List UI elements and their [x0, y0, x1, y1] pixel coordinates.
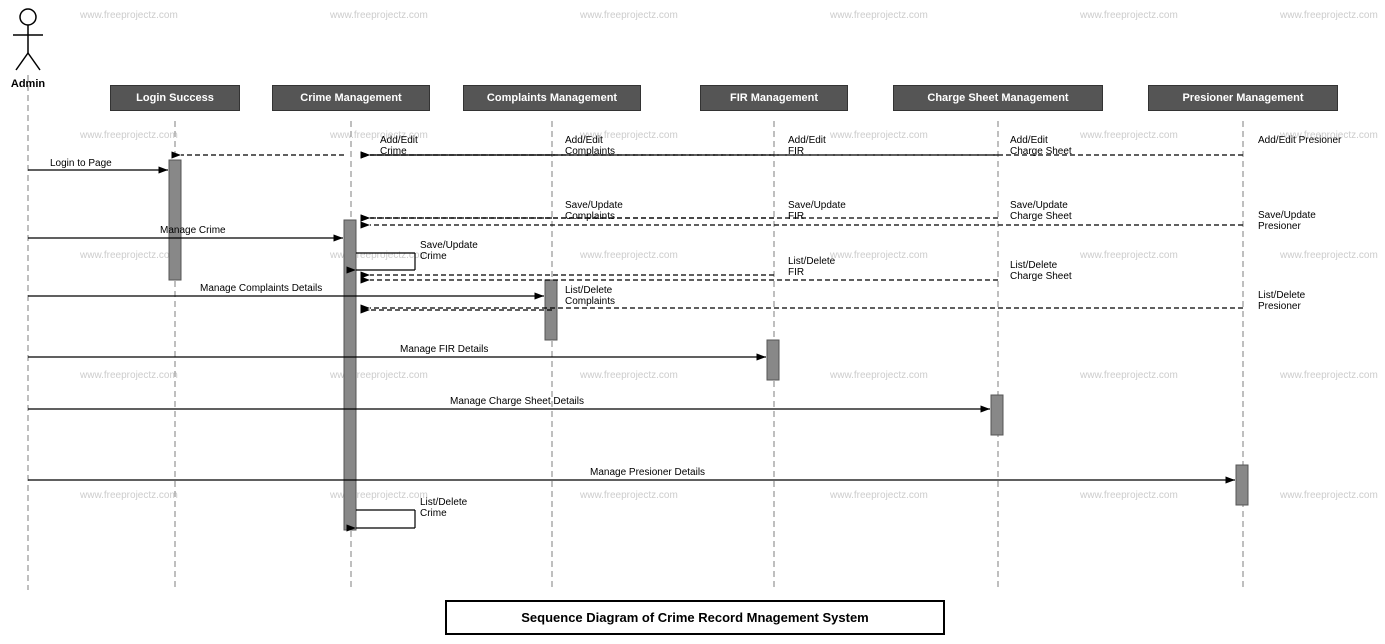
watermark: www.freeprojectz.com [830, 130, 928, 141]
watermark: www.freeprojectz.com [330, 490, 428, 501]
watermark: www.freeprojectz.com [580, 490, 678, 501]
watermark: www.freeprojectz.com [1280, 490, 1378, 501]
msg-add-edit-presioner: Add/Edit Presioner [1258, 135, 1341, 146]
msg-manage-cs: Manage Charge Sheet Details [450, 396, 584, 407]
msg-save-update-presioner: Save/UpdatePresioner [1258, 210, 1316, 232]
lifeline-crime: Crime Management [272, 85, 430, 111]
msg-manage-complaints: Manage Complaints Details [200, 283, 322, 294]
msg-save-update-cs: Save/UpdateCharge Sheet [1010, 200, 1072, 222]
msg-manage-crime: Manage Crime [160, 225, 226, 236]
msg-manage-fir: Manage FIR Details [400, 344, 488, 355]
msg-add-edit-complaints: Add/EditComplaints [565, 135, 615, 157]
watermark: www.freeprojectz.com [580, 370, 678, 381]
watermark: www.freeprojectz.com [80, 370, 178, 381]
watermark: www.freeprojectz.com [1080, 250, 1178, 261]
watermark: www.freeprojectz.com [1080, 490, 1178, 501]
watermark: www.freeprojectz.com [1280, 370, 1378, 381]
watermark: www.freeprojectz.com [580, 250, 678, 261]
watermark: www.freeprojectz.com [830, 10, 928, 21]
watermark: www.freeprojectz.com [80, 10, 178, 21]
watermark: www.freeprojectz.com [330, 370, 428, 381]
watermark: www.freeprojectz.com [80, 490, 178, 501]
watermark: www.freeprojectz.com [1080, 130, 1178, 141]
watermark: www.freeprojectz.com [80, 250, 178, 261]
lifeline-complaints: Complaints Management [463, 85, 641, 111]
msg-add-edit-crime: Add/EditCrime [380, 135, 418, 157]
msg-save-update-fir: Save/UpdateFIR [788, 200, 846, 222]
watermark: www.freeprojectz.com [80, 130, 178, 141]
diagram-container: www.freeprojectz.com www.freeprojectz.co… [0, 0, 1385, 644]
msg-login-to-page: Login to Page [50, 158, 112, 169]
watermark: www.freeprojectz.com [1280, 250, 1378, 261]
watermark: www.freeprojectz.com [830, 370, 928, 381]
caption-box: Sequence Diagram of Crime Record Mnageme… [445, 600, 945, 635]
msg-add-edit-fir: Add/EditFIR [788, 135, 826, 157]
actor-admin: Admin [8, 5, 48, 90]
msg-save-update-crime: Save/UpdateCrime [420, 240, 478, 262]
msg-manage-presioner: Manage Presioner Details [590, 467, 705, 478]
watermark: www.freeprojectz.com [580, 10, 678, 21]
watermark: www.freeprojectz.com [1280, 10, 1378, 21]
watermark: www.freeprojectz.com [830, 490, 928, 501]
lifeline-chargesheet: Charge Sheet Management [893, 85, 1103, 111]
watermark: www.freeprojectz.com [1080, 370, 1178, 381]
msg-list-delete-presioner: List/DeletePresioner [1258, 290, 1305, 312]
lifeline-presioner: Presioner Management [1148, 85, 1338, 111]
lifeline-fir: FIR Management [700, 85, 848, 111]
msg-list-delete-complaints: List/DeleteComplaints [565, 285, 615, 307]
msg-save-update-complaints: Save/UpdateComplaints [565, 200, 623, 222]
msg-list-delete-crime: List/DeleteCrime [420, 497, 467, 519]
lifeline-login: Login Success [110, 85, 240, 111]
watermark: www.freeprojectz.com [830, 250, 928, 261]
actor-label: Admin [8, 78, 48, 90]
msg-add-edit-cs: Add/EditCharge Sheet [1010, 135, 1072, 157]
watermark: www.freeprojectz.com [1080, 10, 1178, 21]
watermark: www.freeprojectz.com [330, 250, 428, 261]
msg-list-delete-fir: List/DeleteFIR [788, 256, 835, 278]
msg-list-delete-cs: List/DeleteCharge Sheet [1010, 260, 1072, 282]
watermark: www.freeprojectz.com [330, 10, 428, 21]
